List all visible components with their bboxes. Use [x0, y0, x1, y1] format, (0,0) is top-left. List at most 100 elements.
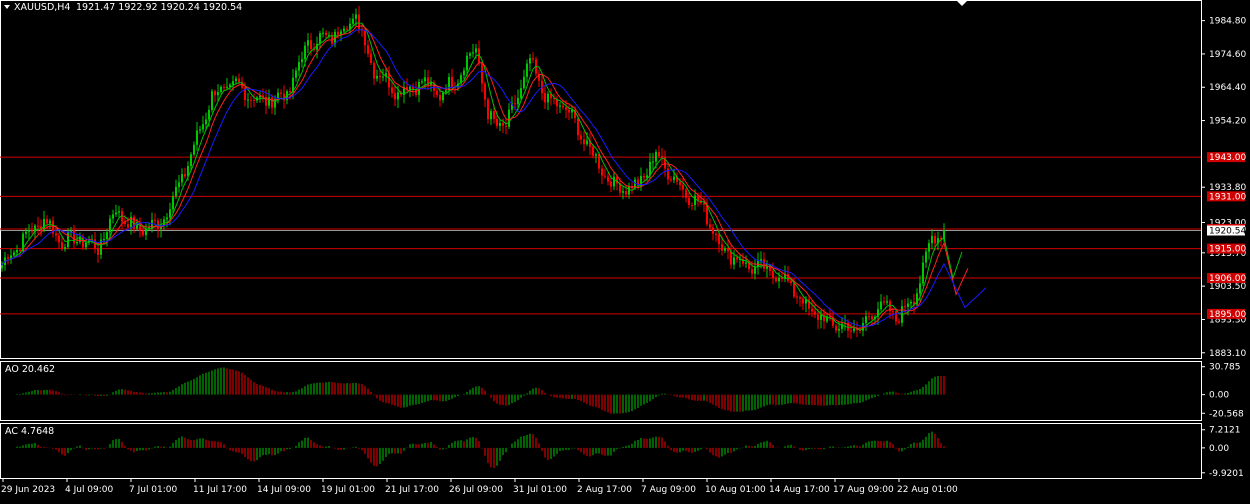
- candle-body: [883, 301, 885, 303]
- candle-body: [16, 250, 18, 253]
- candle-body: [481, 62, 483, 84]
- candle-body: [367, 45, 369, 54]
- candle-body: [925, 251, 927, 263]
- candle-body: [280, 92, 282, 94]
- candle-body: [337, 31, 339, 35]
- candle-body: [67, 232, 69, 248]
- candle-body: [196, 130, 198, 145]
- candle-body: [562, 105, 564, 108]
- candle-body: [904, 306, 906, 308]
- candle-body: [721, 244, 723, 251]
- candle-body: [85, 242, 87, 248]
- candle-body: [7, 257, 9, 259]
- candle-body: [145, 228, 147, 236]
- candle-body: [238, 78, 240, 82]
- candle-body: [547, 93, 549, 103]
- candle-body: [97, 248, 99, 255]
- candle-body: [592, 146, 594, 156]
- candle-body: [394, 93, 396, 100]
- candle-body: [58, 235, 60, 243]
- candle-body: [388, 73, 390, 88]
- candle-body: [778, 277, 780, 282]
- candle-body: [580, 135, 582, 140]
- candle-body: [865, 316, 867, 324]
- candle-body: [61, 242, 63, 250]
- candle-body: [646, 175, 648, 178]
- candle-body: [250, 99, 252, 101]
- candle-body: [868, 316, 870, 318]
- candle-body: [763, 259, 765, 269]
- candle-body: [655, 152, 657, 162]
- candle-body: [382, 76, 384, 78]
- time-tick-label: 7 Jul 01:00: [129, 485, 178, 495]
- candle-body: [898, 321, 900, 323]
- candle-body: [520, 88, 522, 99]
- candle-body: [577, 118, 579, 136]
- candle-body: [919, 283, 921, 294]
- candle-body: [232, 81, 234, 85]
- candle-body: [424, 77, 426, 82]
- candle-body: [28, 230, 30, 232]
- candle-body: [295, 70, 297, 78]
- candle-body: [661, 156, 663, 158]
- candle-body: [880, 301, 882, 310]
- candle-body: [307, 40, 309, 46]
- candle-body: [733, 257, 735, 265]
- price-tick-label: 1883.10: [1209, 349, 1246, 359]
- candle-body: [796, 296, 798, 298]
- candle-body: [199, 129, 201, 131]
- candle-body: [544, 93, 546, 103]
- candle-body: [610, 181, 612, 187]
- time-tick-label: 2 Aug 17:00: [577, 485, 632, 495]
- candle-body: [688, 197, 690, 205]
- candle-body: [379, 75, 381, 78]
- candle-body: [325, 32, 327, 36]
- price-tick-label: 1954.20: [1209, 117, 1246, 127]
- candle-body: [526, 63, 528, 77]
- ao-tick-label: 30.785: [1209, 363, 1241, 373]
- candle-body: [19, 250, 21, 252]
- candle-body: [595, 154, 597, 156]
- ao-tick-label: -20.568: [1209, 409, 1244, 419]
- candle-body: [247, 99, 249, 101]
- candle-body: [37, 225, 39, 227]
- candle-body: [301, 59, 303, 63]
- price-tick-label: 1964.40: [1209, 83, 1246, 93]
- candle-body: [376, 75, 378, 79]
- candle-body: [442, 92, 444, 101]
- candle-body: [31, 230, 33, 232]
- candle-body: [439, 94, 441, 101]
- time-tick-label: 17 Aug 09:00: [833, 485, 894, 495]
- time-tick-label: 19 Jul 01:00: [321, 485, 375, 495]
- current-price-tag-label: 1920.54: [1209, 226, 1246, 236]
- candle-body: [355, 14, 357, 19]
- candle-body: [397, 92, 399, 100]
- candle-body: [799, 297, 801, 299]
- ac-tick-label: -9.9201: [1209, 469, 1244, 479]
- ac-tick-label: 0.00: [1209, 444, 1229, 454]
- candle-body: [127, 223, 129, 228]
- level-tag-label: 1943.00: [1209, 153, 1246, 163]
- candle-body: [142, 230, 144, 236]
- time-tick-label: 26 Jul 09:00: [449, 485, 503, 495]
- candle-body: [598, 154, 600, 169]
- candle-body: [211, 91, 213, 110]
- candle-body: [115, 212, 117, 215]
- candle-body: [523, 76, 525, 89]
- level-tag-label: 1906.00: [1209, 274, 1246, 284]
- ohlc-readout: 1921.47 1922.92 1920.24 1920.54: [76, 2, 242, 13]
- candle-body: [685, 189, 687, 198]
- candle-body: [508, 109, 510, 127]
- ao-tick-label: 0.00: [1209, 391, 1229, 401]
- candle-body: [724, 248, 726, 251]
- candle-body: [370, 53, 372, 64]
- candle-body: [817, 314, 819, 320]
- level-tag-label: 1895.00: [1209, 310, 1246, 320]
- candle-body: [529, 58, 531, 64]
- candle-body: [730, 251, 732, 265]
- trading-chart[interactable]: XAUUSD,H4 1921.47 1922.92 1920.24 1920.5…: [0, 0, 1250, 500]
- candle-body: [586, 140, 588, 145]
- candle-body: [775, 277, 777, 282]
- ac-indicator-label: AC 4.7648: [5, 426, 54, 437]
- candle-body: [892, 311, 894, 313]
